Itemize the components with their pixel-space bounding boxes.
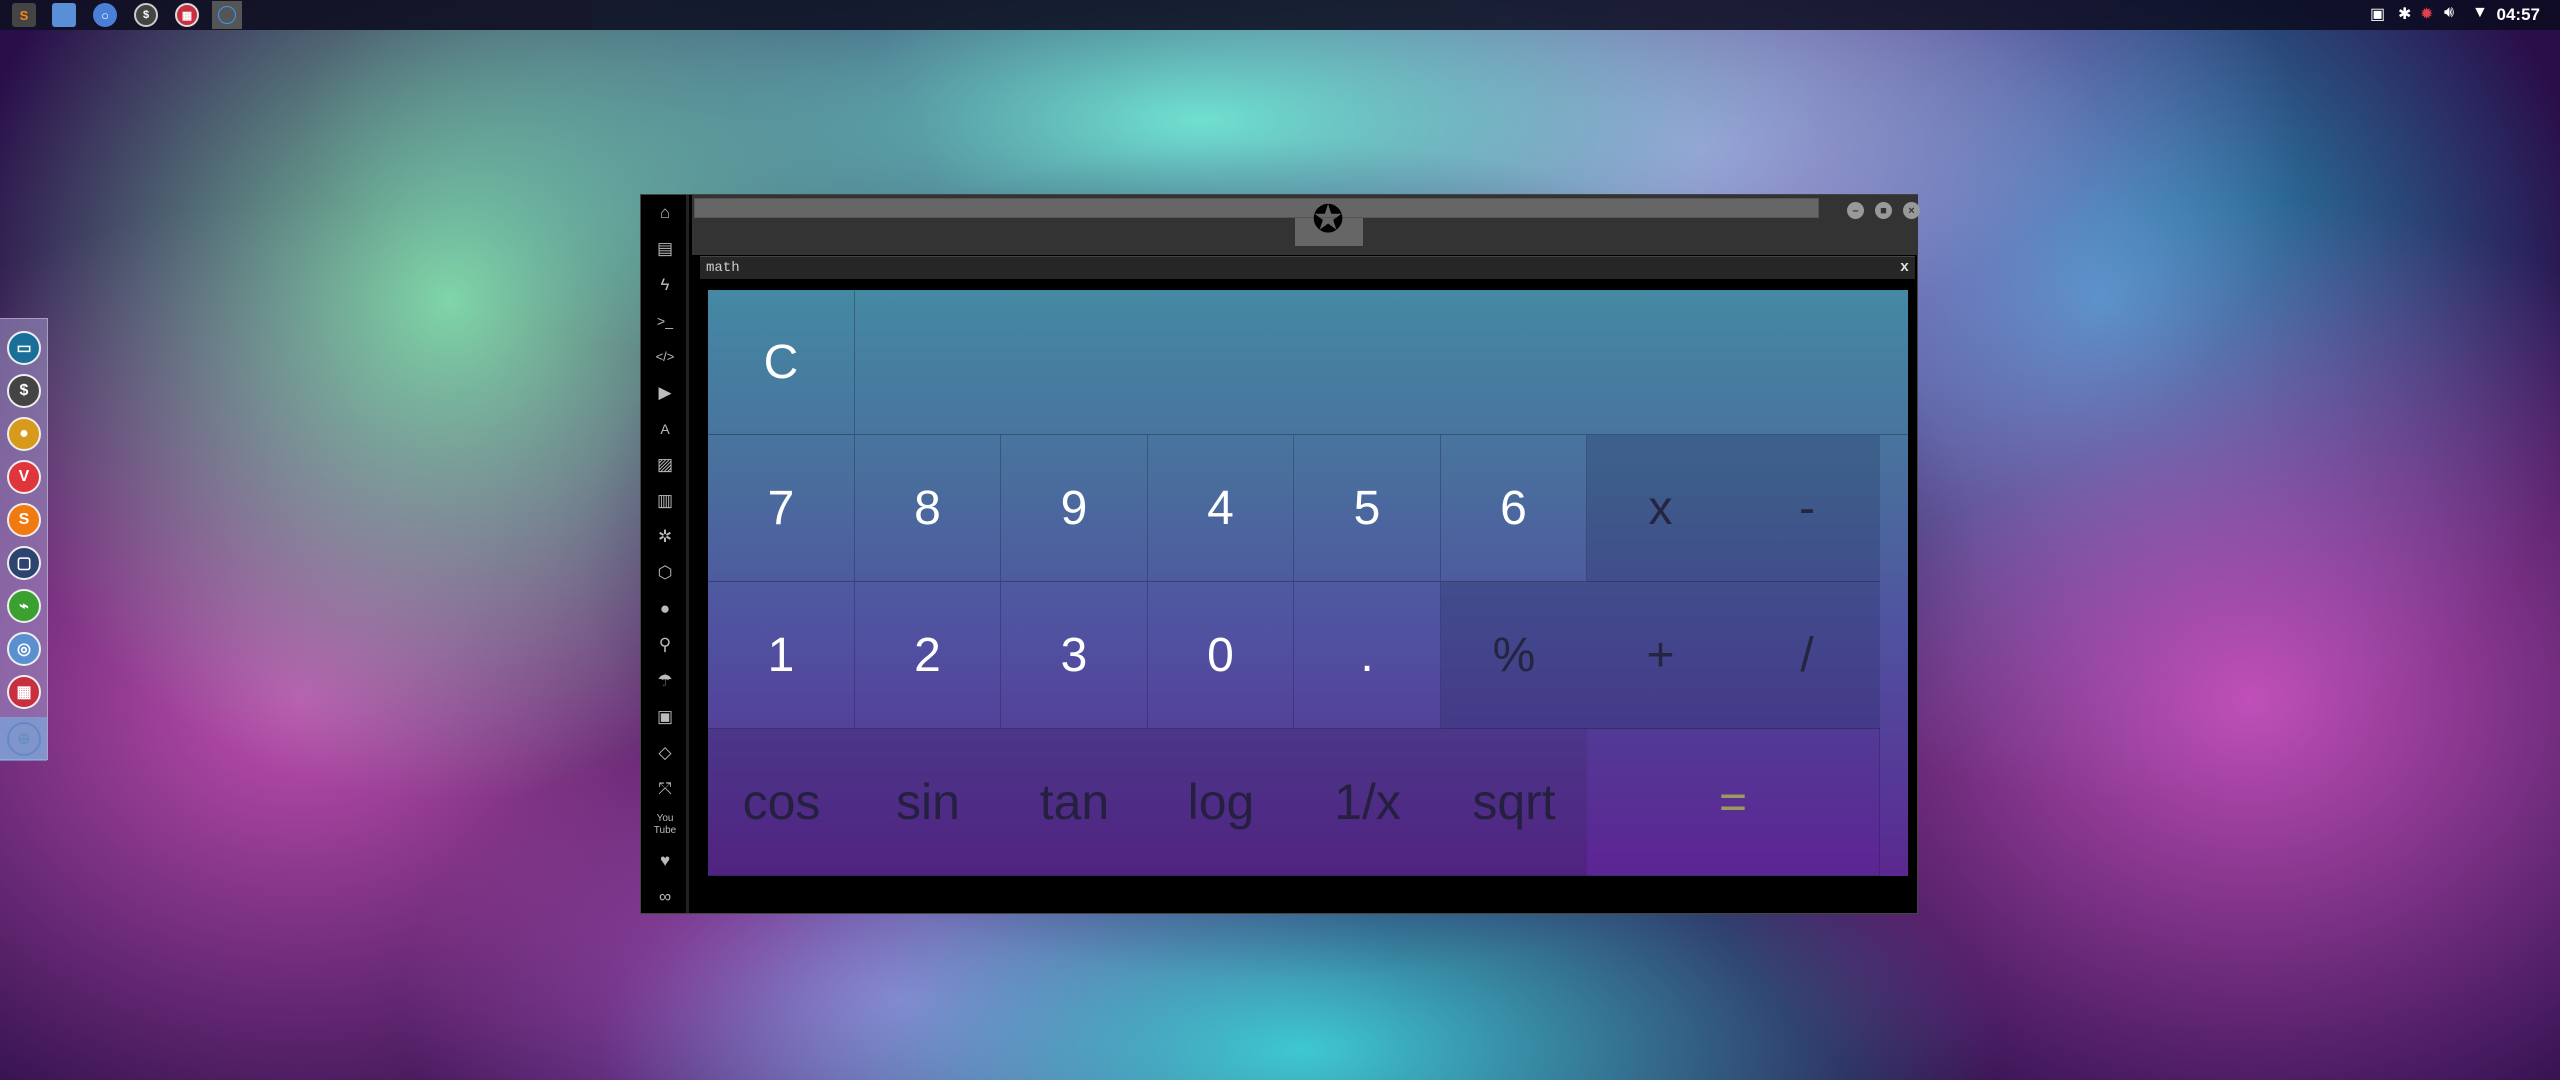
- files-icon[interactable]: ▭: [7, 331, 41, 365]
- dock: ▭ $ ● V S ▢ ⌁ ◎ ▦ ⊕: [0, 318, 48, 761]
- calculator-icon[interactable]: ▦: [175, 3, 199, 27]
- chrome-icon[interactable]: ◎: [7, 632, 41, 666]
- key-2[interactable]: 2: [855, 582, 1001, 729]
- sublime-icon[interactable]: S: [7, 503, 41, 537]
- home-icon[interactable]: ⌂: [641, 198, 689, 228]
- image-editor-icon[interactable]: ▢: [7, 546, 41, 580]
- link-icon[interactable]: ◇: [641, 738, 689, 768]
- taskbar: S ○ $ ▦: [0, 0, 592, 30]
- divide-button[interactable]: /: [1734, 582, 1880, 729]
- minimize-button[interactable]: –: [1847, 202, 1864, 219]
- wifi-icon[interactable]: ▼: [2472, 4, 2488, 22]
- youtube-icon[interactable]: You Tube: [641, 810, 689, 840]
- key-5[interactable]: 5: [1294, 435, 1441, 582]
- multiply-button[interactable]: x: [1587, 435, 1734, 582]
- sin-button[interactable]: sin: [855, 729, 1001, 876]
- clear-button[interactable]: C: [708, 290, 855, 435]
- percent-button[interactable]: %: [1441, 582, 1587, 729]
- news-icon[interactable]: ▥: [641, 486, 689, 516]
- code-icon[interactable]: </>: [641, 342, 689, 372]
- key-7[interactable]: 7: [708, 435, 855, 582]
- cloud-icon[interactable]: ∞: [641, 882, 689, 912]
- bluetooth-icon[interactable]: ✱: [2398, 4, 2411, 24]
- document-icon[interactable]: ▤: [641, 234, 689, 264]
- calculator-display: [855, 290, 1908, 435]
- globe-icon[interactable]: ●: [641, 594, 689, 624]
- clock[interactable]: 04:57: [2497, 5, 2540, 25]
- alert-icon[interactable]: ✹: [2420, 4, 2433, 24]
- contacts-icon[interactable]: ▣: [641, 702, 689, 732]
- tan-button[interactable]: tan: [1001, 729, 1148, 876]
- cos-button[interactable]: cos: [708, 729, 855, 876]
- vivaldi-icon[interactable]: V: [7, 460, 41, 494]
- play-icon[interactable]: ▶: [641, 378, 689, 408]
- calculator-icon[interactable]: ▦: [7, 675, 41, 709]
- key-1[interactable]: 1: [708, 582, 855, 729]
- reciprocal-button[interactable]: 1/x: [1294, 729, 1441, 876]
- search-icon[interactable]: ⚲: [641, 630, 689, 660]
- close-button[interactable]: ×: [1903, 202, 1920, 219]
- terminal-icon[interactable]: $: [7, 374, 41, 408]
- sublime-icon[interactable]: S: [12, 3, 36, 27]
- calculator: C 7 8 9 4 5 6 x - 1 2 3 0 . % + / cos si…: [708, 290, 1908, 876]
- terminal-icon[interactable]: >_: [641, 306, 689, 336]
- maximize-button[interactable]: ■: [1875, 202, 1892, 219]
- expand-icon[interactable]: ⤧: [641, 774, 689, 804]
- empire-icon[interactable]: ✲: [641, 522, 689, 552]
- key-8[interactable]: 8: [855, 435, 1001, 582]
- tab-title[interactable]: math: [706, 260, 740, 276]
- active-window-icon[interactable]: [212, 1, 242, 29]
- umbrella-icon[interactable]: ☂: [641, 666, 689, 696]
- sqrt-button[interactable]: sqrt: [1441, 729, 1587, 876]
- chromium-icon[interactable]: ○: [93, 3, 117, 27]
- window-header: ✪ – ■ ×: [692, 195, 1920, 255]
- equals-button[interactable]: =: [1587, 729, 1880, 876]
- heart-icon[interactable]: ♥: [641, 846, 689, 876]
- screenshot-icon[interactable]: ●: [7, 417, 41, 451]
- key-4[interactable]: 4: [1148, 435, 1294, 582]
- rebel-logo-icon: ✪: [1312, 199, 1344, 241]
- log-button[interactable]: log: [1148, 729, 1294, 876]
- subtract-button[interactable]: -: [1734, 435, 1880, 582]
- app-window: ⌂ ▤ ϟ >_ </> ▶ A ▨ ▥ ✲ ⬡ ● ⚲ ☂ ▣ ◇ ⤧ You…: [640, 194, 1920, 914]
- decimal-button[interactable]: .: [1294, 582, 1441, 729]
- volume-icon[interactable]: 🔊︎: [2444, 4, 2454, 22]
- image-icon[interactable]: ▣: [2370, 4, 2385, 24]
- key-0[interactable]: 0: [1148, 582, 1294, 729]
- add-button[interactable]: +: [1587, 582, 1734, 729]
- key-9[interactable]: 9: [1001, 435, 1148, 582]
- globe-icon[interactable]: ⊕: [7, 722, 41, 756]
- system-monitor-icon[interactable]: ⌁: [7, 589, 41, 623]
- network-icon[interactable]: ⬡: [641, 558, 689, 588]
- top-panel: S ○ $ ▦ ▣ ✱ ✹ 🔊︎ ▼ 04:57: [0, 0, 2560, 30]
- tab-close-button[interactable]: x: [1900, 259, 1909, 276]
- folder-icon[interactable]: [52, 3, 76, 27]
- bolt-icon[interactable]: ϟ: [641, 270, 689, 300]
- terminal-icon[interactable]: $: [134, 3, 158, 27]
- dock-active-item[interactable]: ⊕: [0, 717, 47, 761]
- app-sidebar: ⌂ ▤ ϟ >_ </> ▶ A ▨ ▥ ✲ ⬡ ● ⚲ ☂ ▣ ◇ ⤧ You…: [641, 195, 689, 913]
- key-3[interactable]: 3: [1001, 582, 1148, 729]
- title-bar[interactable]: [694, 198, 1819, 218]
- tab-bar: math x: [700, 256, 1915, 279]
- translate-icon[interactable]: A: [641, 414, 689, 444]
- key-6[interactable]: 6: [1441, 435, 1587, 582]
- image-icon[interactable]: ▨: [641, 450, 689, 480]
